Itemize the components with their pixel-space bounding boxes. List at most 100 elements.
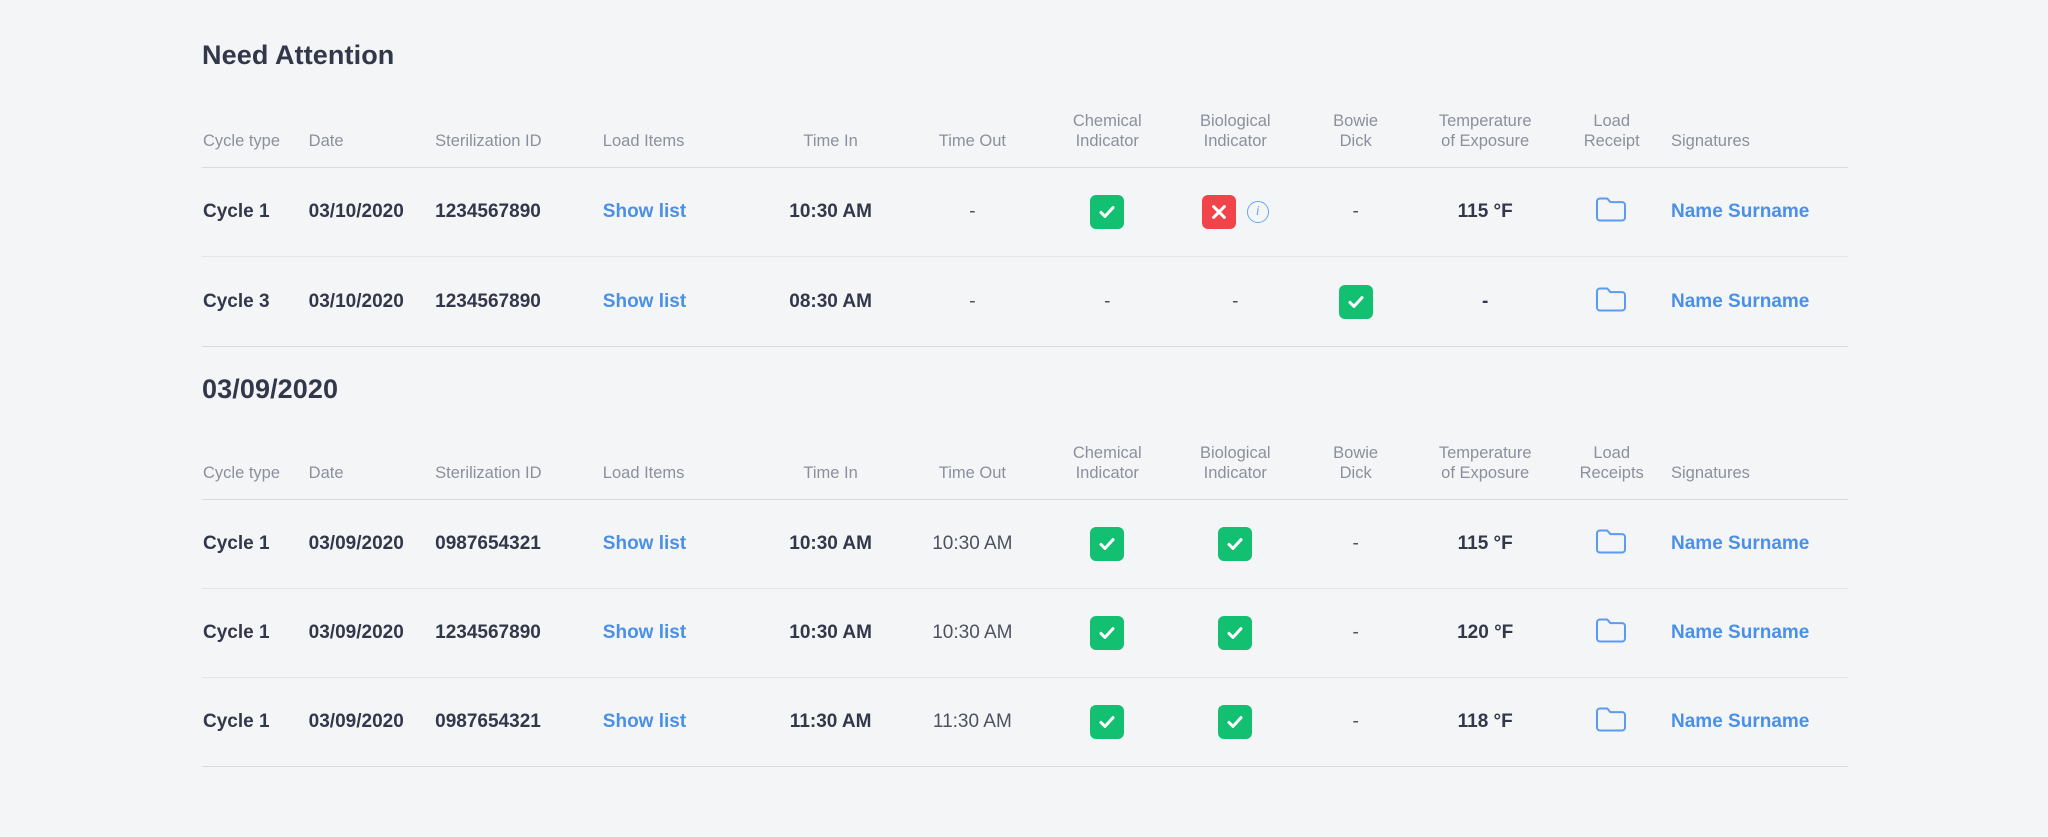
cell-chemical-indicator xyxy=(1043,167,1172,257)
check-icon[interactable] xyxy=(1090,705,1125,739)
table-row: Cycle 3 03/10/2020 1234567890 Show list 08:3… xyxy=(202,256,1848,346)
cell-bowie-dick-wrap xyxy=(1299,284,1412,319)
table-row: Cycle 1 03/10/2020 1234567890 Show list 10:3… xyxy=(202,167,1848,257)
cell-biological-indicator: i xyxy=(1171,167,1300,257)
cell-time-out: 10:30 AM xyxy=(901,588,1044,678)
cell-biological-indicator xyxy=(1171,499,1300,589)
cell-chemical-indicator xyxy=(1043,677,1172,767)
cell-biological-indicator xyxy=(1171,588,1300,678)
cell-time-out: 11:30 AM xyxy=(901,677,1044,767)
cell-sterilization-id: 1234567890 xyxy=(435,588,603,678)
check-icon[interactable] xyxy=(1218,527,1253,561)
cell-bowie-dick-wrap: - xyxy=(1299,622,1412,644)
empty-value: - xyxy=(1352,622,1359,643)
cell-load-receipt xyxy=(1558,677,1666,767)
column-header-bio: Biological Indicator xyxy=(1199,443,1271,482)
signature-link[interactable]: Name Surname xyxy=(1665,677,1848,767)
cell-chemical-indicator-wrap xyxy=(1043,616,1171,650)
page-title: Need Attention xyxy=(202,40,395,70)
cell-time-in: 08:30 AM xyxy=(759,256,902,346)
check-icon[interactable] xyxy=(1090,195,1125,230)
cell-date: 03/09/2020 xyxy=(308,677,436,767)
table-row: Cycle 1 03/09/2020 1234567890 Show list 10:3… xyxy=(202,588,1848,678)
cell-temperature: 115 °F xyxy=(1412,499,1559,589)
section-1: Need Attention Cycle type Date Sterilizatio… xyxy=(202,0,1848,347)
sections-container: Need Attention Cycle type Date Sterilizatio… xyxy=(202,0,1848,767)
column-header-date: Date xyxy=(308,132,344,151)
folder-icon[interactable] xyxy=(1595,285,1629,319)
cell-cycle-type: Cycle 1 xyxy=(202,167,309,257)
column-header-bowie: Bowie Dick xyxy=(1333,443,1379,482)
cell-biological-indicator-wrap xyxy=(1171,705,1299,739)
cell-biological-indicator-wrap: i xyxy=(1171,195,1299,230)
cell-load-receipt xyxy=(1558,256,1666,346)
cell-cycle-type: Cycle 1 xyxy=(202,677,309,767)
cell-bowie-dick: - xyxy=(1299,677,1413,767)
cell-date: 03/10/2020 xyxy=(308,256,436,346)
column-header-rec: Load Receipt xyxy=(1583,112,1640,151)
signature-link[interactable]: Name Surname xyxy=(1665,588,1848,678)
column-header-sig: Signatures xyxy=(1671,132,1750,151)
cell-sterilization-id: 0987654321 xyxy=(435,677,603,767)
cell-bowie-dick: - xyxy=(1299,167,1413,257)
cell-chemical-indicator-wrap xyxy=(1043,705,1171,739)
column-header-load: Load Items xyxy=(602,463,685,482)
table-header-row: Cycle type Date Sterilization ID Load Items… xyxy=(202,71,1848,168)
cell-bowie-dick-wrap: - xyxy=(1299,533,1412,555)
cell-cycle-type: Cycle 3 xyxy=(202,256,309,346)
cell-time-out: 10:30 AM xyxy=(901,499,1044,589)
column-header-cycle: Cycle type xyxy=(203,463,281,482)
show-list-link[interactable]: Show list xyxy=(602,499,760,589)
column-header-sig: Signatures xyxy=(1671,463,1750,482)
cell-biological-indicator-wrap xyxy=(1171,527,1299,561)
check-icon[interactable] xyxy=(1218,705,1253,739)
cell-chemical-indicator-wrap: - xyxy=(1043,291,1171,313)
table-row: Cycle 1 03/09/2020 0987654321 Show list 11:3… xyxy=(202,677,1848,767)
cell-bowie-dick: - xyxy=(1299,499,1413,589)
cell-chemical-indicator: - xyxy=(1043,256,1172,346)
folder-icon[interactable] xyxy=(1595,527,1629,561)
show-list-link[interactable]: Show list xyxy=(602,677,760,767)
folder-icon[interactable] xyxy=(1595,705,1629,739)
signature-link[interactable]: Name Surname xyxy=(1665,167,1848,257)
sterilization-table: Cycle type Date Sterilization ID Load Items… xyxy=(202,71,1848,346)
cell-chemical-indicator-wrap xyxy=(1043,195,1171,230)
cell-bowie-dick: - xyxy=(1299,588,1413,678)
column-header-date: Date xyxy=(308,463,344,482)
column-header-tout: Time Out xyxy=(938,132,1006,151)
column-header-bio: Biological Indicator xyxy=(1199,112,1271,151)
cell-load-receipt xyxy=(1558,167,1666,257)
show-list-link[interactable]: Show list xyxy=(602,588,760,678)
check-icon[interactable] xyxy=(1218,616,1253,650)
folder-icon[interactable] xyxy=(1595,616,1629,650)
signature-link[interactable]: Name Surname xyxy=(1665,256,1848,346)
cell-sterilization-id: 1234567890 xyxy=(435,167,603,257)
cell-cycle-type: Cycle 1 xyxy=(202,499,309,589)
column-header-tin: Time In xyxy=(803,463,858,482)
column-header-temp: Temperature of Exposure xyxy=(1438,443,1532,482)
empty-value: - xyxy=(1352,711,1359,732)
section-2: 03/09/2020 Cycle type Date Sterilization ID… xyxy=(202,347,1848,767)
check-icon[interactable] xyxy=(1090,527,1125,561)
cell-load-receipt xyxy=(1558,588,1666,678)
table-header-row: Cycle type Date Sterilization ID Load Items… xyxy=(202,405,1848,500)
show-list-link[interactable]: Show list xyxy=(602,256,760,346)
column-header-rec: Load Receipts xyxy=(1579,443,1644,482)
cell-chemical-indicator xyxy=(1043,588,1172,678)
column-header-chem: Chemical Indicator xyxy=(1072,112,1142,151)
cell-time-in: 10:30 AM xyxy=(759,499,902,589)
cell-time-in: 11:30 AM xyxy=(759,677,902,767)
section-date-heading: 03/09/2020 xyxy=(202,373,339,404)
cross-icon[interactable] xyxy=(1201,195,1236,230)
cell-date: 03/09/2020 xyxy=(308,588,436,678)
signature-link[interactable]: Name Surname xyxy=(1665,499,1848,589)
sterilization-log-page: Need Attention Cycle type Date Sterilizatio… xyxy=(0,0,2048,837)
column-header-bowie: Bowie Dick xyxy=(1333,112,1379,151)
check-icon[interactable] xyxy=(1090,616,1125,650)
column-header-ster: Sterilization ID xyxy=(435,132,542,151)
cell-time-in: 10:30 AM xyxy=(759,588,902,678)
show-list-link[interactable]: Show list xyxy=(602,167,760,257)
info-icon[interactable]: i xyxy=(1246,201,1269,224)
check-icon[interactable] xyxy=(1338,284,1373,319)
folder-icon[interactable] xyxy=(1595,195,1629,229)
